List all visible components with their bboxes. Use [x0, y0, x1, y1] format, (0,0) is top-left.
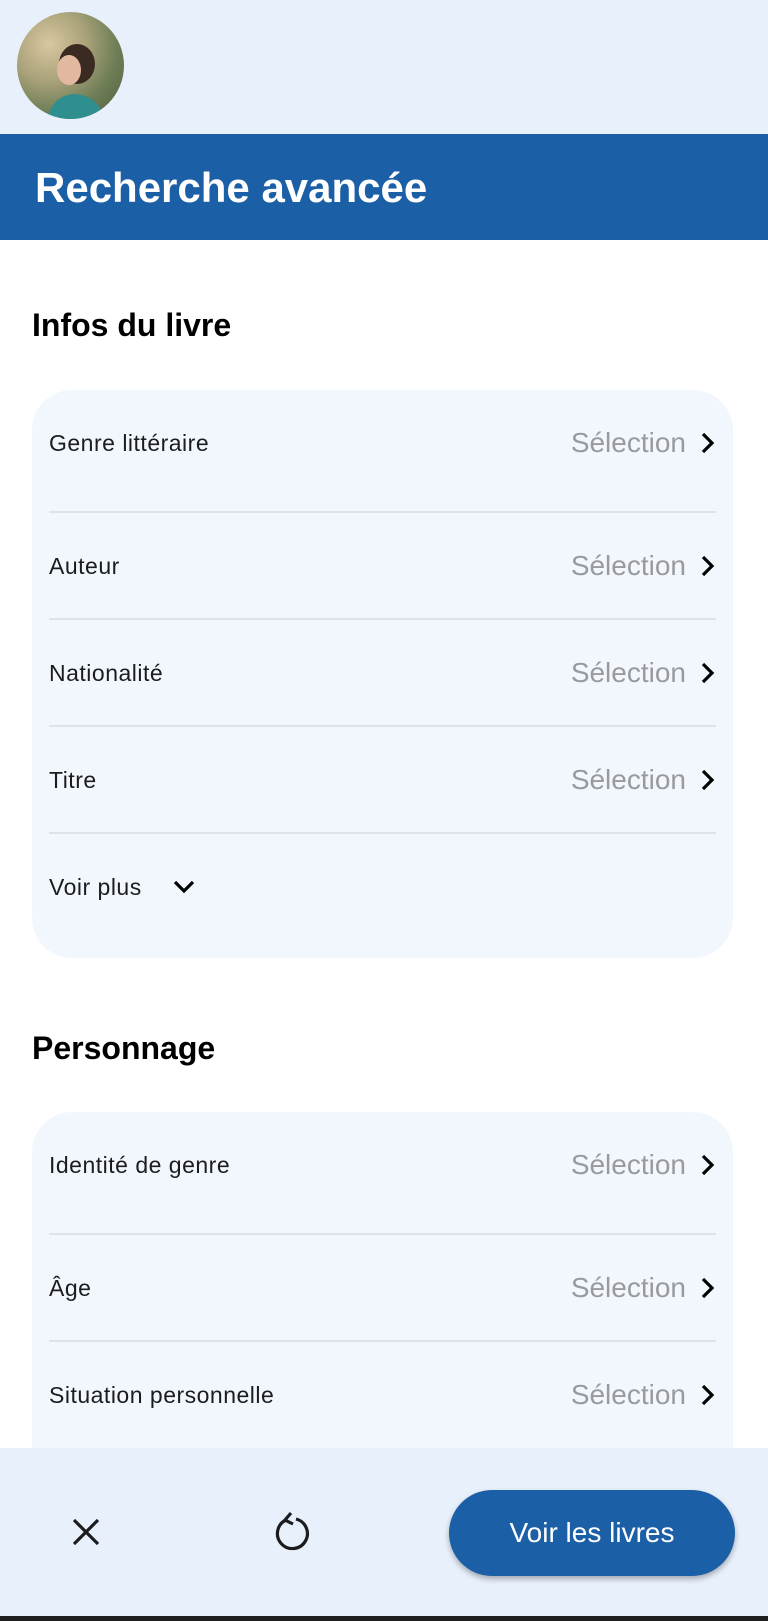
- book-info-card: Genre littéraire Sélection Auteur Sélect…: [32, 390, 733, 958]
- filter-row-age[interactable]: Âge Sélection: [49, 1235, 716, 1341]
- page-title: Recherche avancée: [35, 164, 428, 211]
- row-value: Sélection: [570, 550, 686, 581]
- chevron-right-icon: [701, 769, 715, 791]
- row-value: Sélection: [570, 1272, 686, 1303]
- chevron-down-icon: [173, 880, 194, 894]
- row-label: Situation personnelle: [49, 1381, 275, 1408]
- row-value: Sélection: [570, 1149, 686, 1180]
- filter-row-nationality[interactable]: Nationalité Sélection: [49, 620, 716, 726]
- section-title-character: Personnage: [32, 1030, 216, 1066]
- avatar-photo-icon: [47, 44, 105, 119]
- row-value: Sélection: [570, 764, 686, 795]
- row-value: Sélection: [570, 427, 686, 458]
- filter-row-genre[interactable]: Genre littéraire Sélection: [49, 390, 716, 496]
- avatar[interactable]: [17, 12, 124, 119]
- top-bar: [0, 0, 768, 134]
- section-title-book-info: Infos du livre: [32, 307, 232, 343]
- close-button[interactable]: [56, 1502, 116, 1562]
- row-label: Âge: [49, 1274, 92, 1301]
- chevron-right-icon: [701, 432, 715, 454]
- screen-bottom-edge: [0, 1616, 768, 1621]
- row-label: Titre: [49, 766, 97, 793]
- reset-button[interactable]: [262, 1502, 322, 1562]
- reset-icon: [275, 1511, 309, 1551]
- row-label: Identité de genre: [49, 1151, 231, 1178]
- chevron-right-icon: [701, 1154, 715, 1176]
- row-label: Nationalité: [49, 659, 164, 686]
- row-label: Auteur: [49, 552, 120, 579]
- row-value: Sélection: [570, 1379, 686, 1410]
- see-books-button[interactable]: Voir les livres: [449, 1490, 735, 1576]
- see-more-toggle[interactable]: Voir plus: [49, 834, 716, 940]
- row-value: Sélection: [570, 657, 686, 688]
- chevron-right-icon: [701, 1384, 715, 1406]
- filter-row-gender-identity[interactable]: Identité de genre Sélection: [49, 1112, 716, 1218]
- chevron-right-icon: [701, 662, 715, 684]
- close-icon: [72, 1518, 100, 1546]
- page-header: Recherche avancée: [0, 134, 768, 240]
- filter-row-author[interactable]: Auteur Sélection: [49, 513, 716, 619]
- row-label: Genre littéraire: [49, 429, 210, 456]
- see-more-label: Voir plus: [49, 873, 142, 900]
- filter-row-personal-situation[interactable]: Situation personnelle Sélection: [49, 1342, 716, 1448]
- filter-row-title[interactable]: Titre Sélection: [49, 727, 716, 833]
- chevron-right-icon: [701, 1277, 715, 1299]
- chevron-right-icon: [701, 555, 715, 577]
